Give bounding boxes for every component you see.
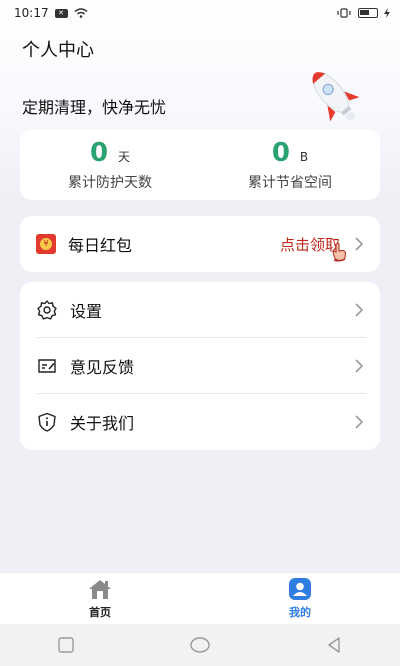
menu-item-label: 关于我们 (70, 414, 135, 433)
chevron-right-icon (355, 359, 364, 373)
stats-card: 0 天 累计防护天数 0 B 累计节省空间 (20, 130, 380, 200)
menu-item-feedback[interactable]: 意见反馈 (20, 338, 380, 394)
bottom-tab-bar: 首页 我的 (0, 572, 400, 624)
vibrate-icon (337, 8, 351, 18)
menu-item-label: 设置 (70, 302, 103, 321)
chevron-right-icon (355, 237, 364, 251)
back-button[interactable] (325, 636, 343, 654)
stat-unit: 天 (118, 150, 131, 164)
recents-button[interactable] (57, 636, 75, 654)
profile-icon (289, 578, 311, 600)
chevron-right-icon (355, 415, 364, 429)
yuan-coin-glyph: ¥ (40, 238, 52, 250)
system-navigation-bar (0, 624, 400, 666)
stat-value: 0 (89, 138, 109, 168)
stat-unit: B (299, 150, 309, 164)
stat-protection-days: 0 天 累计防护天数 (20, 130, 200, 200)
tab-home[interactable]: 首页 (0, 573, 200, 624)
menu-item-about[interactable]: 关于我们 (20, 394, 380, 450)
page-title: 个人中心 (22, 40, 94, 61)
wifi-icon (74, 8, 88, 18)
home-button[interactable] (189, 636, 211, 654)
info-icon (38, 412, 56, 432)
tab-label: 我的 (289, 606, 311, 619)
rocket-illustration (312, 72, 360, 122)
menu-item-label: 意见反馈 (70, 358, 135, 377)
charging-icon (384, 8, 390, 18)
pointing-hand-icon (332, 242, 346, 262)
tab-profile[interactable]: 我的 (200, 573, 400, 624)
tab-label: 首页 (89, 606, 111, 619)
red-packet-label: 每日红包 (68, 236, 133, 255)
stat-label: 累计防护天数 (68, 175, 152, 191)
claim-button[interactable]: 点击领取 (280, 234, 346, 262)
stat-label: 累计节省空间 (248, 175, 332, 191)
daily-red-packet-row[interactable]: ¥ 每日红包 点击领取 (20, 216, 380, 272)
chevron-right-icon (355, 303, 364, 317)
feedback-icon (38, 359, 56, 373)
status-time: 10:17 (14, 6, 49, 20)
gear-icon (37, 300, 57, 320)
home-icon (89, 580, 111, 599)
battery-icon (358, 8, 378, 18)
menu-item-settings[interactable]: 设置 (20, 282, 380, 338)
stat-value: 0 (271, 138, 290, 168)
stat-saved-space: 0 B 累计节省空间 (200, 130, 380, 200)
settings-menu-card: 设置 意见反馈 关于我们 (20, 282, 380, 450)
notification-icon: ✕ (54, 8, 68, 18)
red-packet-icon: ¥ (36, 234, 56, 254)
status-bar: 10:17 ✕ (0, 0, 400, 26)
slogan: 定期清理，快净无忧 (22, 98, 167, 117)
